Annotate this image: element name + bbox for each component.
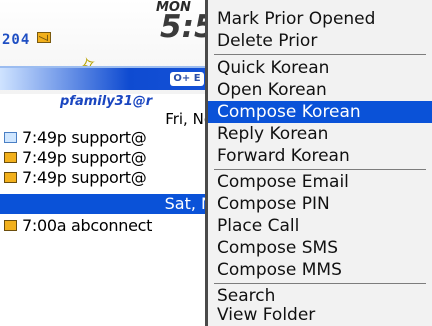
menu-item-compose-mms[interactable]: Compose MMS (208, 259, 432, 281)
date-header: Fri, No (0, 110, 215, 128)
list-empty-area (0, 240, 215, 326)
menu-item-compose-sms[interactable]: Compose SMS (208, 237, 432, 259)
message-text: 7:00a abconnect (22, 216, 153, 235)
selected-date-header[interactable]: Sat, N (0, 194, 215, 214)
unread-envelope-icon (4, 172, 17, 183)
message-text: 7:49p support@ (22, 168, 147, 187)
menu-item-compose-email[interactable]: Compose Email (208, 171, 432, 193)
banner-tab: O+ E (170, 72, 204, 86)
message-row[interactable]: 7:00a abconnect (0, 216, 215, 236)
menu-item-view-folder[interactable]: View Folder (208, 304, 432, 326)
unread-envelope-icon (4, 152, 17, 163)
device-screen: MON 5:5 204 ✧ O+ E pfamily31@r Fri, No 7… (0, 0, 432, 326)
menu-separator (214, 169, 426, 170)
unread-count: 204 (2, 32, 31, 48)
menu-item-compose-korean[interactable]: Compose Korean (208, 101, 432, 123)
menu-item-forward-korean[interactable]: Forward Korean (208, 145, 432, 167)
menu-item-open-korean[interactable]: Open Korean (208, 79, 432, 101)
menu-item-reply-korean[interactable]: Reply Korean (208, 123, 432, 145)
read-envelope-icon (4, 132, 17, 143)
menu-item-place-call[interactable]: Place Call (208, 215, 432, 237)
message-row[interactable]: 7:49p support@ (0, 128, 215, 148)
message-text: 7:49p support@ (22, 128, 147, 147)
envelope-icon (37, 32, 51, 43)
message-row[interactable]: 7:49p support@ (0, 148, 215, 168)
menu-separator (214, 54, 426, 55)
menu-item-delete-prior[interactable]: Delete Prior (208, 30, 432, 52)
message-row[interactable]: 7:49p support@ (0, 168, 215, 188)
menu-separator (214, 283, 426, 284)
message-text: 7:49p support@ (22, 148, 147, 167)
unread-envelope-icon (4, 220, 17, 231)
context-menu: Mark Prior Opened Delete Prior Quick Kor… (205, 0, 432, 326)
menu-item-mark-prior-opened[interactable]: Mark Prior Opened (208, 8, 432, 30)
menu-item-compose-pin[interactable]: Compose PIN (208, 193, 432, 215)
account-name: pfamily31@r (60, 94, 153, 109)
menu-item-quick-korean[interactable]: Quick Korean (208, 57, 432, 79)
